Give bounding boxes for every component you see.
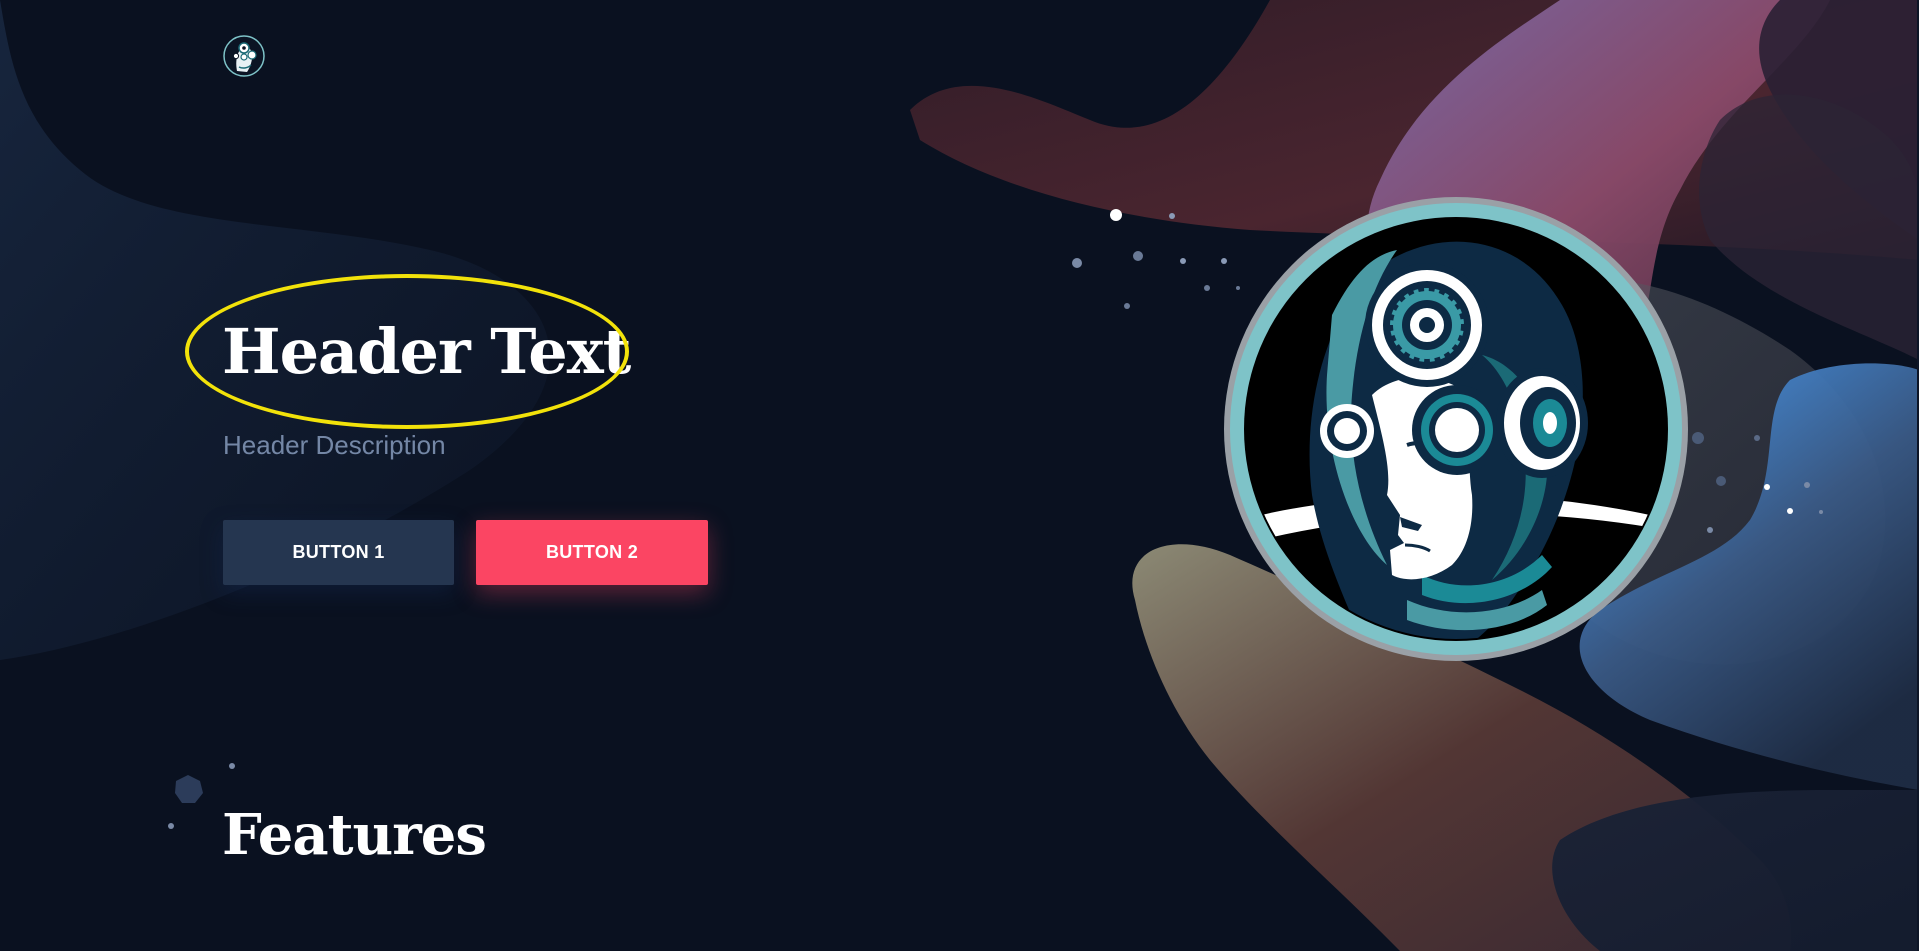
features-section-title: Features (222, 802, 487, 868)
robot-head-logo-icon (223, 35, 265, 77)
button-1[interactable]: BUTTON 1 (223, 520, 454, 585)
logo[interactable] (223, 35, 265, 77)
hero-header-description: Header Description (223, 430, 446, 460)
button-2[interactable]: BUTTON 2 (476, 520, 708, 585)
hero-illustration (1222, 195, 1690, 663)
robot-head-illustration (1224, 197, 1688, 661)
hero-header-text: Header Text (222, 315, 631, 388)
landing-page: Header Text Header Description BUTTON 1 … (0, 0, 1919, 951)
